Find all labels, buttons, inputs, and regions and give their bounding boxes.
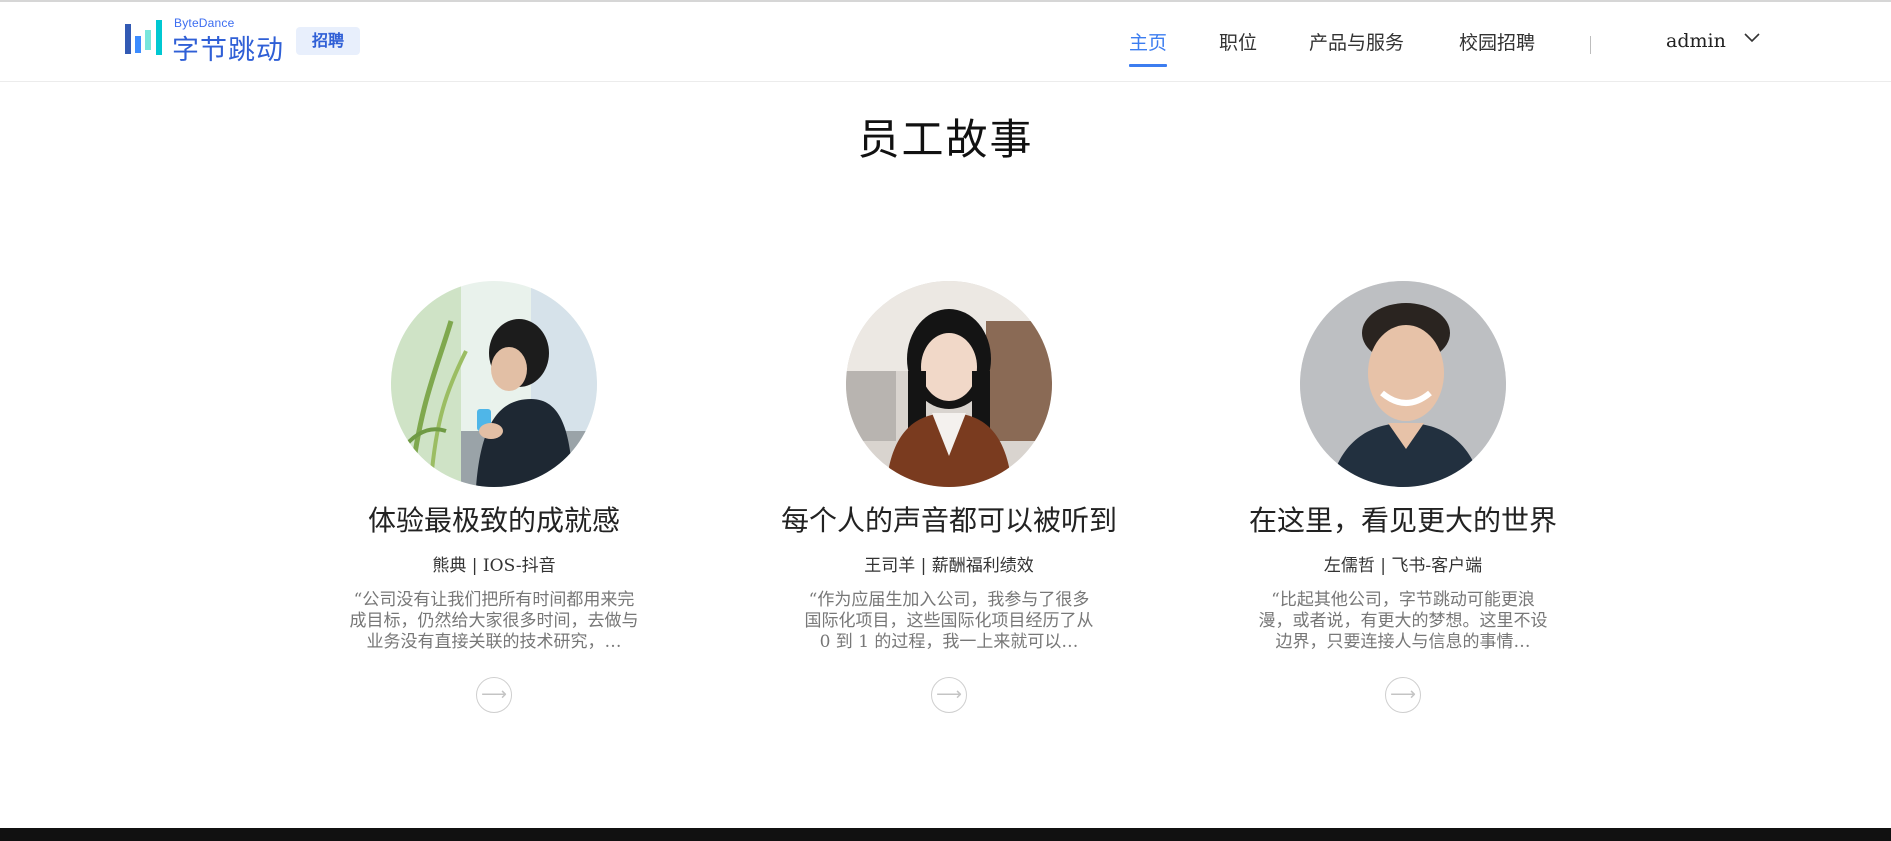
story-card[interactable]: 体验最极致的成就感 熊典 | IOS-抖音 “公司没有让我们把所有时间都用来完成… — [294, 281, 694, 713]
footer-bar — [0, 828, 1891, 841]
nav-item-label: 主页 — [1129, 32, 1168, 54]
nav-item-campus[interactable]: 校园招聘 — [1459, 28, 1535, 55]
story-quote: “比起其他公司，字节跳动可能更浪漫，或者说，有更大的梦想。这里不设边界，只要连接… — [1258, 590, 1548, 652]
user-name: admin — [1666, 30, 1726, 52]
nav-item-products[interactable]: 产品与服务 — [1309, 28, 1404, 55]
nav-divider — [1590, 36, 1591, 54]
nav-item-label: 校园招聘 — [1459, 32, 1536, 54]
story-quote: “作为应届生加入公司，我参与了很多国际化项目，这些国际化项目经历了从 0 到 1… — [804, 590, 1094, 652]
story-author: 王司羊 | 薪酬福利绩效 — [864, 556, 1034, 576]
site-header: ByteDance 字节跳动 招聘 主页 职位 产品与服务 校园招聘 admin — [0, 2, 1891, 82]
story-photo — [1300, 281, 1506, 487]
avatar — [846, 281, 1052, 487]
story-author: 左儒哲 | 飞书-客户端 — [1323, 556, 1483, 576]
logo-text: ByteDance 字节跳动 — [172, 16, 288, 66]
nav-item-label: 产品与服务 — [1309, 32, 1405, 54]
nav-item-label: 职位 — [1219, 32, 1258, 54]
story-card[interactable]: 在这里，看见更大的世界 左儒哲 | 飞书-客户端 “比起其他公司，字节跳动可能更… — [1203, 281, 1603, 713]
story-title: 体验最极致的成就感 — [367, 504, 620, 537]
chevron-down-icon — [1744, 33, 1760, 43]
avatar — [1300, 281, 1506, 487]
nav-item-jobs[interactable]: 职位 — [1219, 28, 1257, 55]
arrow-right-icon[interactable]: ⟶ — [476, 677, 512, 713]
story-photo — [846, 281, 1052, 487]
story-author: 熊典 | IOS-抖音 — [432, 556, 556, 576]
avatar — [391, 281, 597, 487]
nav-active-indicator — [1129, 64, 1168, 67]
story-title: 在这里，看见更大的世界 — [1248, 504, 1557, 537]
bytedance-logo-icon — [125, 20, 162, 55]
arrow-right-icon[interactable]: ⟶ — [931, 677, 967, 713]
nav-item-home[interactable]: 主页 — [1129, 28, 1168, 67]
logo-cn: 字节跳动 — [172, 35, 284, 66]
story-photo — [391, 281, 597, 487]
story-title: 每个人的声音都可以被听到 — [780, 504, 1117, 537]
story-quote: “公司没有让我们把所有时间都用来完成目标，仍然给大家很多时间，去做与业务没有直接… — [349, 590, 639, 652]
section-title: 员工故事 — [857, 115, 1034, 164]
logo[interactable]: ByteDance 字节跳动 招聘 — [124, 16, 361, 66]
arrow-right-icon[interactable]: ⟶ — [1385, 677, 1421, 713]
story-card[interactable]: 每个人的声音都可以被听到 王司羊 | 薪酬福利绩效 “作为应届生加入公司，我参与… — [749, 281, 1149, 713]
logo-tag: 招聘 — [296, 27, 361, 55]
user-menu[interactable]: admin — [1666, 30, 1760, 52]
